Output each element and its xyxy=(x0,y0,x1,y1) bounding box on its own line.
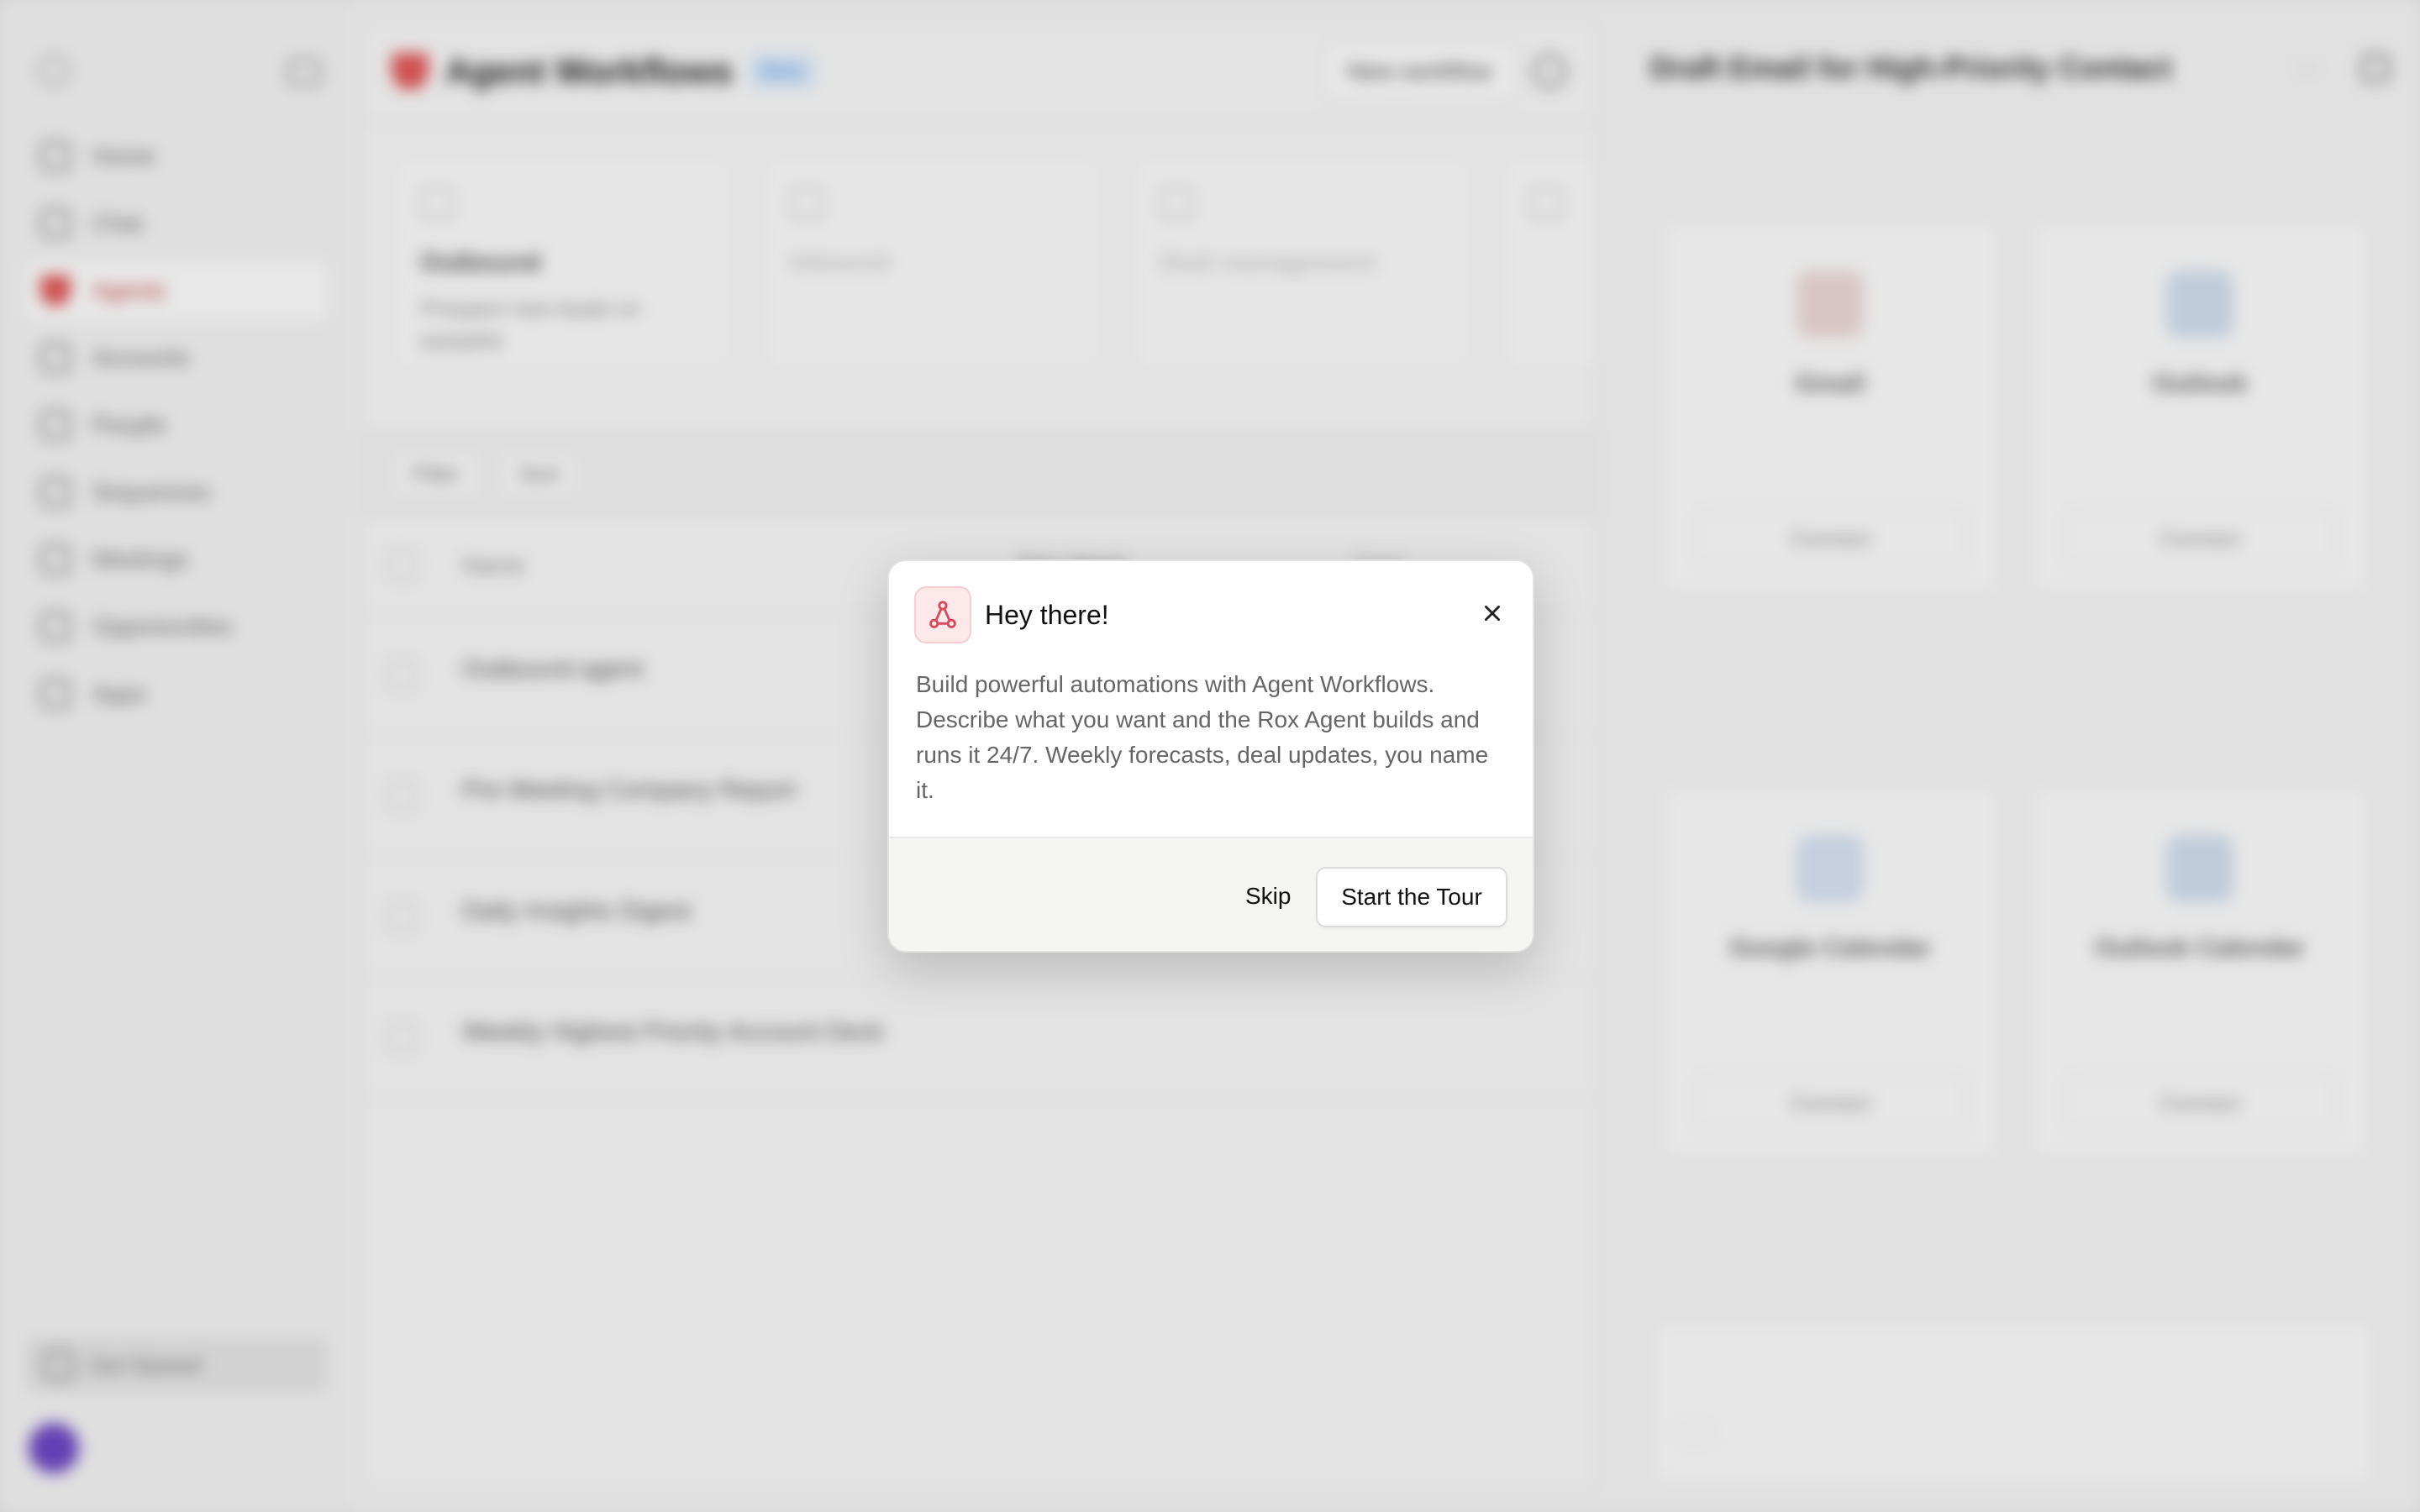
skip-button[interactable]: Skip xyxy=(1225,867,1311,926)
dialog-footer: Skip Start the Tour xyxy=(889,837,1533,951)
dialog-body: Build powerful automations with Agent Wo… xyxy=(916,671,1489,803)
close-icon[interactable] xyxy=(1474,595,1511,632)
dialog-header: Hey there! xyxy=(914,586,1109,643)
dialog-title: Hey there! xyxy=(985,599,1109,630)
welcome-dialog: Hey there! Build powerful automations wi… xyxy=(887,559,1534,953)
workflow-icon xyxy=(914,586,971,643)
start-tour-button[interactable]: Start the Tour xyxy=(1316,867,1507,927)
